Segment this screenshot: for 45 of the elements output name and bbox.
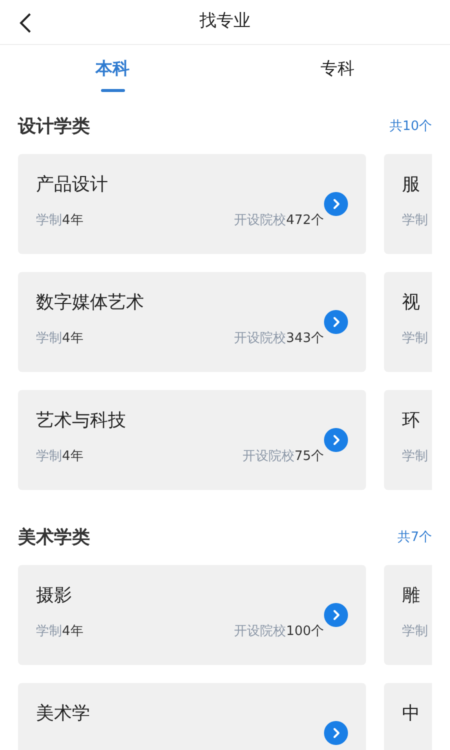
school-count: 开设院校100个 [234, 623, 324, 641]
major-title: 摄影 [36, 584, 73, 608]
study-duration: 学制4年 [36, 448, 84, 466]
category-count[interactable]: 共10个 [389, 116, 432, 136]
major-title: 美术学 [36, 702, 91, 726]
arrow-right-circle-icon[interactable] [324, 192, 348, 216]
major-title: 艺术与科技 [36, 409, 127, 433]
major-card[interactable]: 服 学制 [384, 154, 432, 254]
study-duration: 学制 [402, 330, 428, 348]
back-icon[interactable] [18, 12, 32, 34]
study-duration: 学制4年 [36, 623, 84, 641]
study-duration: 学制 [402, 623, 428, 641]
arrow-right-circle-icon[interactable] [324, 721, 348, 745]
major-card[interactable]: 环 学制 [384, 390, 432, 490]
study-duration: 学制 [402, 212, 428, 230]
arrow-right-circle-icon[interactable] [324, 310, 348, 334]
major-title: 雕 [402, 584, 421, 608]
major-card[interactable]: 中 [384, 683, 432, 750]
school-count: 开设院校343个 [234, 330, 324, 348]
school-count: 开设院校472个 [234, 212, 324, 230]
major-title: 视 [402, 291, 421, 315]
school-count: 开设院校75个 [242, 448, 324, 466]
major-title: 产品设计 [36, 173, 109, 197]
study-duration: 学制4年 [36, 330, 84, 348]
major-card[interactable]: 美术学 [18, 683, 366, 750]
category-title: 设计学类 [18, 115, 90, 139]
arrow-right-circle-icon[interactable] [324, 603, 348, 627]
major-title: 数字媒体艺术 [36, 291, 145, 315]
major-card[interactable]: 数字媒体艺术 学制4年 开设院校343个 [18, 272, 366, 372]
major-title: 服 [402, 173, 421, 197]
major-card[interactable]: 雕 学制 [384, 565, 432, 665]
major-card[interactable]: 产品设计 学制4年 开设院校472个 [18, 154, 366, 254]
study-duration: 学制4年 [36, 212, 84, 230]
tab[interactable]: 本科 [0, 45, 225, 97]
arrow-right-circle-icon[interactable] [324, 428, 348, 452]
major-card[interactable]: 摄影 学制4年 开设院校100个 [18, 565, 366, 665]
study-duration: 学制 [402, 448, 428, 466]
major-title: 环 [402, 409, 421, 433]
major-card[interactable]: 视 学制 [384, 272, 432, 372]
category-count[interactable]: 共7个 [398, 528, 432, 548]
tab[interactable]: 专科 [225, 45, 450, 97]
major-card[interactable]: 艺术与科技 学制4年 开设院校75个 [18, 390, 366, 490]
major-title: 中 [402, 702, 421, 726]
category-title: 美术学类 [18, 526, 90, 550]
page-title: 找专业 [200, 10, 250, 34]
